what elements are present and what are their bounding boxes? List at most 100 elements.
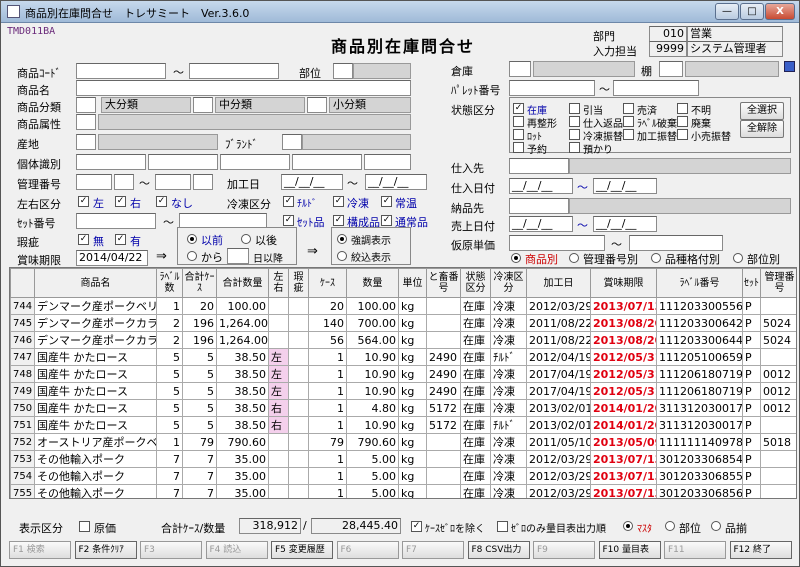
col-header-3[interactable]: 合計ｹｰｽ <box>182 268 217 298</box>
status-check-2[interactable] <box>623 103 634 114</box>
defect-yes-check[interactable]: ✓ <box>115 234 126 245</box>
order-section-radio[interactable] <box>665 521 675 531</box>
clear-all-button[interactable]: 全解除 <box>740 120 784 138</box>
fkey-5-button[interactable]: F5 変更履歴 <box>271 541 333 559</box>
temp-price-to[interactable] <box>629 235 723 251</box>
individual-4[interactable] <box>292 154 362 170</box>
status-check-1[interactable] <box>569 103 580 114</box>
individual-5[interactable] <box>364 154 411 170</box>
cool-chilled-check[interactable]: ✓ <box>283 196 294 207</box>
inventory-grid[interactable]: 商品名 ﾗﾍﾞﾙ数 合計ｹｰｽ 合計数量 左右 瑕疵 ｹｰｽ 数量 単位 と畜番号 状態区分 冷凍区分… <box>9 267 797 499</box>
proc-date-to[interactable]: __/__/__ <box>365 174 427 190</box>
view-mgmt-radio[interactable] <box>569 253 579 263</box>
pallet-to[interactable] <box>613 80 699 96</box>
after-radio[interactable] <box>241 234 251 244</box>
mgmt-no-to-a[interactable] <box>155 174 191 190</box>
cool-normal-check[interactable]: ✓ <box>381 196 392 207</box>
maximize-button[interactable]: □ <box>740 3 764 20</box>
lr-none-check[interactable]: ✓ <box>156 196 167 207</box>
close-button[interactable]: X <box>765 3 795 20</box>
temp-price-from[interactable] <box>509 235 605 251</box>
supplier-code[interactable] <box>509 158 569 174</box>
pallet-from[interactable] <box>509 80 595 96</box>
view-product-radio[interactable] <box>511 253 521 263</box>
view-type-radio[interactable] <box>651 253 661 263</box>
brand-code[interactable] <box>282 134 302 150</box>
table-row[interactable]: 745 デンマーク産ポークカラ 2 196 1,264.00 140 700.00 kg 在庫冷… <box>10 314 796 332</box>
days-input[interactable] <box>227 248 249 264</box>
table-row[interactable]: 747 国産牛 かたロース 5 5 38.50 左 1 10.90 kg 2490 在庫 ﾁﾙﾄﾞ 20… <box>10 348 796 366</box>
product-code-from[interactable] <box>76 63 166 79</box>
fkey-11-button[interactable]: F11 <box>664 541 726 559</box>
col-header-10[interactable]: と畜番号 <box>426 268 461 298</box>
mgmt-no-to-b[interactable] <box>193 174 213 190</box>
col-header-5[interactable]: 左右 <box>268 268 289 298</box>
fkey-7-button[interactable]: F7 <box>402 541 464 559</box>
status-check-4[interactable] <box>513 116 524 127</box>
warehouse-code[interactable] <box>509 61 531 77</box>
table-row[interactable]: 744 デンマーク産ポークベリ 1 20 100.00 20 100.00 kg 在庫 冷凍 201… <box>10 297 796 315</box>
col-header-6[interactable]: 瑕疵 <box>288 268 309 298</box>
table-row[interactable]: 748 国産牛 かたロース 5 5 38.50 左 1 10.90 kg 2490 在庫 冷凍 2017… <box>10 365 796 383</box>
component-check[interactable]: ✓ <box>333 215 344 226</box>
individual-1[interactable] <box>76 154 146 170</box>
cat-small-code[interactable] <box>307 97 327 113</box>
fkey-1-button[interactable]: F1 検索 <box>9 541 71 559</box>
col-header-12[interactable]: 冷凍区分 <box>490 268 527 298</box>
expiry-date-input[interactable]: 2014/04/22 <box>76 250 148 266</box>
col-header-14[interactable]: 賞味期限 <box>590 268 657 298</box>
fkey-12-button[interactable]: F12 終了 <box>729 541 792 559</box>
individual-2[interactable] <box>148 154 218 170</box>
col-header-0[interactable] <box>10 268 35 298</box>
individual-3[interactable] <box>220 154 290 170</box>
status-check-5[interactable] <box>569 116 580 127</box>
lr-left-check[interactable]: ✓ <box>78 196 89 207</box>
view-section-radio[interactable] <box>733 253 743 263</box>
col-header-11[interactable]: 状態区分 <box>460 268 491 298</box>
narrow-radio[interactable] <box>337 251 347 261</box>
delivery-code[interactable] <box>509 198 569 214</box>
col-header-16[interactable]: ｾｯﾄ <box>742 268 761 298</box>
select-all-button[interactable]: 全選択 <box>740 102 784 120</box>
purchase-date-from[interactable]: __/__/__ <box>509 178 573 194</box>
hide-zero-check[interactable]: ✓ <box>411 521 422 532</box>
fkey-3-button[interactable]: F3 <box>140 541 202 559</box>
set-no-from[interactable] <box>76 213 156 229</box>
lr-right-check[interactable]: ✓ <box>115 196 126 207</box>
export-icon[interactable] <box>784 61 795 72</box>
origin-code[interactable] <box>76 134 96 150</box>
col-header-17[interactable]: 管理番号 <box>760 268 796 298</box>
cool-frozen-check[interactable]: ✓ <box>333 196 344 207</box>
shelf-code[interactable] <box>659 61 683 77</box>
product-code-to[interactable] <box>189 63 279 79</box>
order-brand-radio[interactable] <box>711 521 721 531</box>
cat-large-code[interactable] <box>76 97 96 113</box>
table-row[interactable]: 751 国産牛 かたロース 5 5 38.50 右 1 10.90 kg 5172 在庫 ﾁﾙﾄﾞ 20… <box>10 416 796 434</box>
product-name-input[interactable] <box>76 80 411 96</box>
fkey-10-button[interactable]: F10 量目表 <box>598 541 661 559</box>
table-row[interactable]: 753 その他輸入ポーク 7 7 35.00 1 5.00 kg 在庫 冷凍 2012/03/29 2… <box>10 450 796 468</box>
status-check-8[interactable] <box>513 129 524 140</box>
minimize-button[interactable]: — <box>715 3 739 20</box>
table-row[interactable]: 752 オーストリア産ポークベ 1 79 790.60 79 790.60 kg 在庫 冷凍 201… <box>10 433 796 451</box>
col-header-7[interactable]: ｹｰｽ <box>308 268 347 298</box>
table-row[interactable]: 746 デンマーク産ポークカラ 2 196 1,264.00 56 564.00 kg 在庫 冷凍… <box>10 331 796 349</box>
table-row[interactable]: 755 その他輸入ポーク 7 7 35.00 1 5.00 kg 在庫 冷凍 2012/03/29 2… <box>10 484 796 498</box>
status-check-11[interactable] <box>677 129 688 140</box>
mgmt-no-from-a[interactable] <box>76 174 112 190</box>
col-header-13[interactable]: 加工日 <box>526 268 591 298</box>
col-header-9[interactable]: 単位 <box>398 268 427 298</box>
normal-item-check[interactable]: ✓ <box>381 215 392 226</box>
fkey-9-button[interactable]: F9 <box>533 541 595 559</box>
fkey-6-button[interactable]: F6 <box>336 541 399 559</box>
fkey-8-button[interactable]: F8 CSV出力 <box>467 541 530 559</box>
col-header-1[interactable]: 商品名 <box>34 268 157 298</box>
status-check-12[interactable] <box>513 142 524 153</box>
table-row[interactable]: 750 国産牛 かたロース 5 5 38.50 右 1 4.80 kg 5172 在庫 冷凍 2013/… <box>10 399 796 417</box>
highlight-radio[interactable] <box>337 234 347 244</box>
sales-date-to[interactable]: __/__/__ <box>593 216 657 232</box>
proc-date-from[interactable]: __/__/__ <box>281 174 343 190</box>
status-check-7[interactable] <box>677 116 688 127</box>
attribute-code[interactable] <box>76 114 96 130</box>
set-item-check[interactable]: ✓ <box>283 215 294 226</box>
